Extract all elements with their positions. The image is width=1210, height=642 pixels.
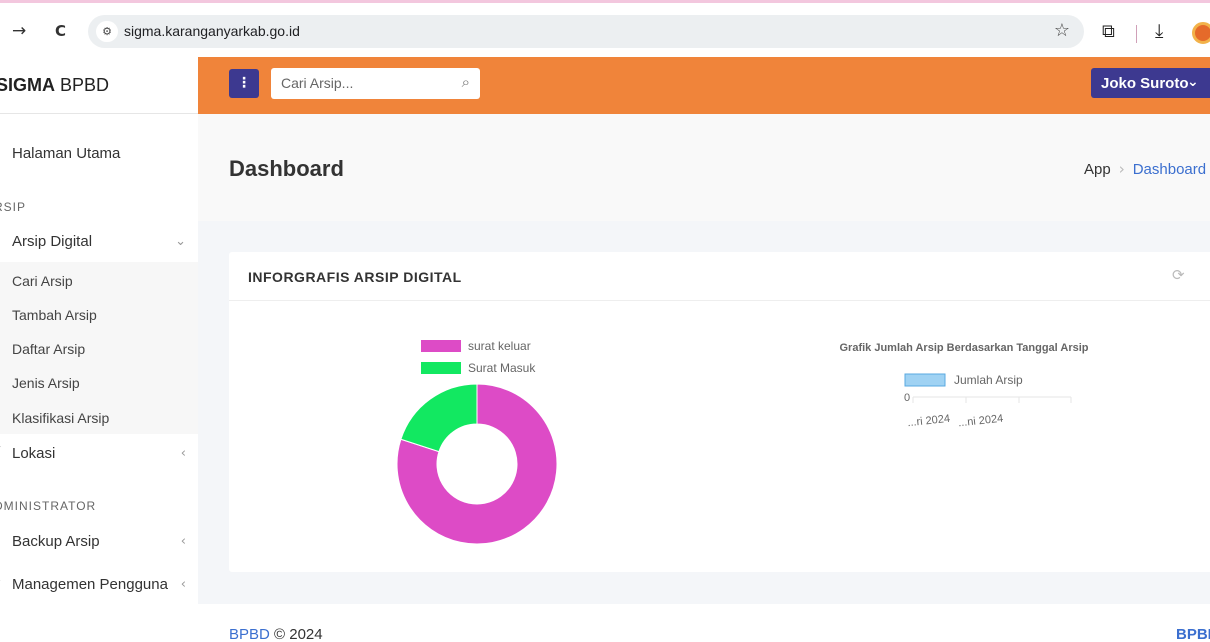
pie-legend-label: Surat Masuk [468, 361, 536, 375]
charts-area: surat keluar Surat Masuk Grafik Jumlah Ars… [396, 339, 1089, 545]
bar-legend-label: Jumlah Arsip [954, 373, 1023, 387]
submenu-item-jenis-arsip[interactable]: Jenis Arsip [12, 375, 80, 391]
footer: BPBD © 2024 BPBD [198, 604, 1210, 642]
forward-icon[interactable]: → [12, 21, 26, 41]
reload-icon[interactable]: C [55, 22, 66, 40]
user-name: Joko Suroto [1101, 75, 1189, 92]
search-box: ⌕ [271, 68, 480, 99]
download-icon[interactable]: ⤓ [1155, 20, 1163, 42]
extensions-icon[interactable]: ⧉ [1102, 21, 1115, 42]
submenu-item-cari-arsip[interactable]: Cari Arsip [12, 273, 73, 289]
bar-chart-title: Grafik Jumlah Arsip Berdasarkan Tanggal … [839, 342, 1088, 354]
sidebar-item-backup-arsip[interactable]: | Backup Arsip ‹ [0, 525, 198, 559]
browser-toolbar: → C ⚙ sigma.karanganyarkab.go.id ☆ ⧉ ⤓ [0, 0, 1210, 57]
sidebar-item-label: Arsip Digital [12, 233, 93, 250]
brand-suffix: BPBD [55, 75, 110, 95]
breadcrumb-current: Dashboard [1132, 161, 1207, 178]
chevron-down-icon: ⌄ [1187, 74, 1199, 90]
chevron-left-icon: ‹ [180, 577, 186, 592]
pie-legend-swatch [421, 340, 461, 352]
bar-y-tick: 0 [904, 392, 910, 404]
page-header: Dashboard App › Dashboard [198, 114, 1210, 221]
sidebar-item-label: Backup Arsip [12, 533, 100, 550]
chevron-left-icon: ‹ [180, 534, 186, 549]
toolbar-divider [1136, 25, 1137, 43]
brand-name: SIGMA [0, 75, 56, 95]
page-title: Dashboard [229, 156, 344, 181]
arsip-digital-submenu: Cari Arsip Tambah Arsip Daftar Arsip Jen… [0, 262, 198, 434]
site-info-icon[interactable]: ⚙ [96, 21, 118, 42]
pie-slice [400, 383, 478, 453]
sidebar-item-label: Managemen Pengguna [12, 576, 168, 593]
bar-x-tick-label: ...ri 2024 [907, 413, 951, 429]
breadcrumb-separator-icon: › [1118, 160, 1125, 178]
infographic-card: INFORGRAFIS ARSIP DIGITAL ⟳ surat keluar… [229, 252, 1210, 572]
submenu-item-tambah-arsip[interactable]: Tambah Arsip [12, 307, 97, 323]
submenu-item-daftar-arsip[interactable]: Daftar Arsip [12, 341, 85, 357]
footer-copy-text: © 2024 [269, 626, 323, 642]
profile-avatar-icon[interactable] [1192, 22, 1210, 44]
menu-toggle-button[interactable]: ⋮ [229, 69, 259, 98]
chevron-down-icon: ⌄ [175, 234, 186, 249]
sidebar-item-arsip-digital[interactable]: Arsip Digital ⌄ [0, 225, 198, 259]
brand-logo[interactable]: SIGMA BPBD [0, 57, 198, 114]
chevron-left-icon: ‹ [180, 446, 186, 461]
sidebar-item-lokasi[interactable]: / Lokasi ‹ [0, 437, 198, 471]
bar-x-tick-label: ...ni 2024 [958, 413, 1004, 430]
breadcrumb: App › Dashboard [1084, 160, 1206, 178]
footer-copyright: BPBD © 2024 [229, 626, 323, 642]
search-input[interactable] [281, 73, 451, 93]
sidebar-item-label: Lokasi [12, 445, 56, 462]
sidebar-item-managemen-pengguna[interactable]: ᴬ Managemen Pengguna ‹ [0, 568, 198, 602]
user-menu-button[interactable]: Joko Suroto ⌄ [1091, 68, 1210, 98]
sidebar: SIGMA BPBD Halaman Utama RSIP Arsip Digi… [0, 57, 198, 642]
top-navbar: ⋮ ⌕ Joko Suroto ⌄ [198, 57, 1210, 114]
section-header-administrator: DMINISTRATOR [0, 499, 97, 513]
bookmark-star-icon[interactable]: ☆ [1054, 20, 1070, 41]
sidebar-item-label: Halaman Utama [12, 145, 121, 162]
address-bar[interactable]: ⚙ sigma.karanganyarkab.go.id ☆ [88, 15, 1084, 48]
footer-right-brand[interactable]: BPBD [1176, 626, 1210, 642]
search-icon[interactable]: ⌕ [462, 73, 470, 91]
sidebar-item-home[interactable]: Halaman Utama [0, 137, 198, 171]
breadcrumb-app[interactable]: App [1084, 161, 1111, 178]
pie-legend-swatch [421, 362, 461, 374]
pie-legend-label: surat keluar [468, 339, 531, 353]
submenu-item-klasifikasi-arsip[interactable]: Klasifikasi Arsip [12, 410, 109, 426]
url-text[interactable]: sigma.karanganyarkab.go.id [124, 23, 300, 39]
footer-brand-link[interactable]: BPBD [229, 626, 270, 642]
bar-legend-swatch [904, 373, 946, 387]
section-header-arsip: RSIP [0, 200, 27, 214]
